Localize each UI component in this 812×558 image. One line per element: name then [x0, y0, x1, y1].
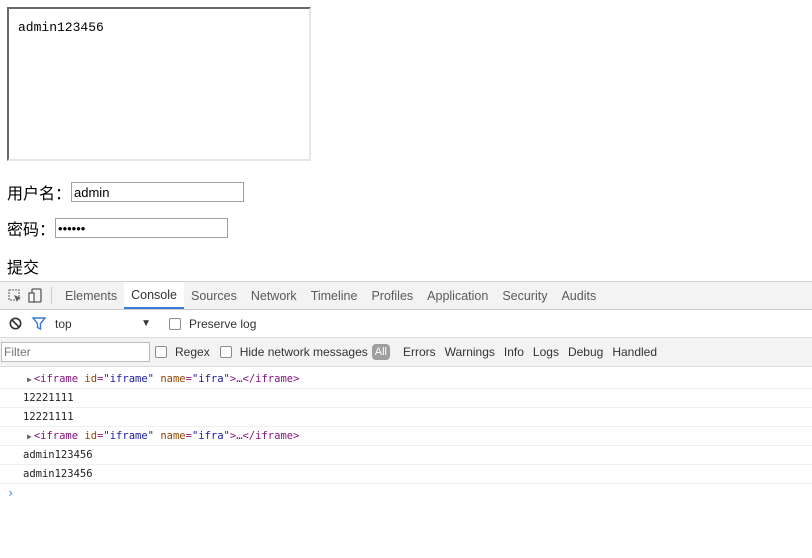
console-log-line: 12221111 — [0, 389, 812, 408]
tab-timeline[interactable]: Timeline — [304, 282, 365, 309]
tab-network[interactable]: Network — [244, 282, 304, 309]
element-tag-close: >…</iframe> — [229, 430, 300, 442]
level-info-button[interactable]: Info — [504, 345, 524, 359]
prompt-chevron-icon: › — [7, 486, 15, 500]
inspect-element-icon[interactable] — [5, 282, 25, 309]
username-label: 用户名： — [7, 184, 72, 203]
chevron-down-icon: ▼ — [141, 318, 151, 329]
tabbar-divider — [51, 287, 52, 304]
console-output: ▶ <iframe id = "iframe" name = "ifra" >…</ifr… — [0, 367, 812, 502]
filter-input[interactable] — [1, 342, 150, 362]
console-prompt[interactable]: › — [0, 484, 812, 502]
devtools-tabbar: Elements Console Sources Network Timelin… — [0, 282, 812, 310]
expand-triangle-icon[interactable]: ▶ — [27, 375, 32, 384]
iframe-content: admin123456 — [18, 20, 104, 35]
expand-triangle-icon[interactable]: ▶ — [27, 432, 32, 441]
level-debug-button[interactable]: Debug — [568, 345, 603, 359]
tab-audits[interactable]: Audits — [554, 282, 603, 309]
hide-network-label: Hide network messages — [239, 345, 368, 359]
regex-option[interactable]: Regex — [155, 345, 210, 359]
tab-elements[interactable]: Elements — [58, 282, 124, 309]
element-attr: id — [84, 430, 98, 442]
element-tag: <iframe — [33, 430, 79, 442]
tab-security[interactable]: Security — [495, 282, 554, 309]
devtools-panel: Elements Console Sources Network Timelin… — [0, 281, 812, 558]
tab-console[interactable]: Console — [124, 282, 184, 309]
preserve-log-checkbox[interactable] — [169, 317, 181, 330]
element-attr-value: "iframe" — [103, 373, 154, 385]
element-attr: name — [160, 430, 186, 442]
tab-application[interactable]: Application — [420, 282, 495, 309]
level-errors-button[interactable]: Errors — [403, 345, 436, 359]
context-select[interactable]: top ▼ — [55, 317, 151, 331]
level-warnings-button[interactable]: Warnings — [445, 345, 495, 359]
element-tag-close: >…</iframe> — [229, 373, 300, 385]
level-all-button[interactable]: All — [371, 344, 390, 360]
filter-icon[interactable] — [29, 317, 49, 330]
password-label: 密码： — [7, 220, 56, 239]
device-toolbar-icon[interactable] — [25, 282, 45, 309]
console-toolbar: top ▼ Preserve log — [0, 310, 812, 338]
clear-console-icon[interactable] — [5, 317, 25, 330]
submit-button[interactable]: 提交 — [7, 254, 39, 278]
password-input[interactable] — [55, 218, 229, 238]
regex-label: Regex — [175, 345, 210, 359]
username-row: 用户名： — [7, 180, 245, 204]
element-tag: <iframe — [33, 373, 79, 385]
level-handled-button[interactable]: Handled — [612, 345, 657, 359]
tab-sources[interactable]: Sources — [184, 282, 244, 309]
level-logs-button[interactable]: Logs — [533, 345, 559, 359]
console-log-line: admin123456 — [0, 465, 812, 484]
preserve-log-label: Preserve log — [189, 316, 257, 331]
regex-checkbox[interactable] — [155, 346, 167, 358]
context-select-value: top — [55, 316, 72, 331]
preserve-log-option[interactable]: Preserve log — [169, 317, 256, 331]
console-filter-bar: Regex Hide network messages All Errors W… — [0, 338, 812, 367]
console-element-line[interactable]: ▶ <iframe id = "iframe" name = "ifra" >…</ifr… — [0, 370, 812, 389]
console-log-line: admin123456 — [0, 446, 812, 465]
tab-profiles[interactable]: Profiles — [364, 282, 420, 309]
element-attr: id — [84, 373, 98, 385]
console-element-line[interactable]: ▶ <iframe id = "iframe" name = "ifra" >…</ifr… — [0, 427, 812, 446]
element-attr: name — [160, 373, 186, 385]
element-attr-value: "iframe" — [103, 430, 154, 442]
element-attr-value: "ifra" — [191, 430, 230, 442]
iframe-box: admin123456 — [7, 7, 311, 161]
username-input[interactable] — [71, 182, 245, 202]
console-log-line: 12221111 — [0, 408, 812, 427]
element-attr-value: "ifra" — [191, 373, 230, 385]
hide-network-option[interactable]: Hide network messages — [219, 345, 368, 359]
password-row: 密码： — [7, 216, 229, 240]
hide-network-checkbox[interactable] — [219, 346, 232, 358]
